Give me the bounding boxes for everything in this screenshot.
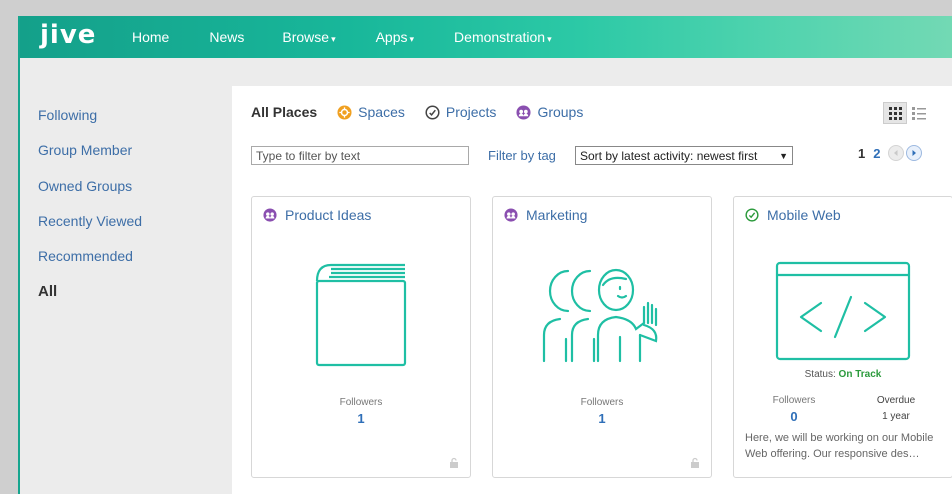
tab-projects-label: Projects [445,104,497,120]
code-window-illustration [775,261,911,361]
place-card-marketing[interactable]: Marketing Followers 1 [492,196,712,478]
sidebar-item-all[interactable]: All [38,283,57,300]
arrow-right-icon [912,150,917,156]
followers-count[interactable]: 0 [754,409,834,424]
project-icon [745,208,759,222]
jive-logo[interactable]: jive [40,22,132,48]
overdue-label: Overdue [876,395,916,406]
followers-label: Followers [772,395,816,406]
filter-text-input[interactable] [251,146,469,165]
nav-home-label: Home [132,29,170,45]
card-title: Marketing [526,207,588,223]
sidebar-item-recommended[interactable]: Recommended [38,248,133,264]
grid-icon [888,106,902,120]
status-value: On Track [838,369,882,380]
sidebar-item-following[interactable]: Following [38,107,97,123]
list-view-button[interactable] [907,102,931,124]
nav-demonstration[interactable]: Demonstration ▾ [454,29,552,45]
nav-browse-label: Browse [282,29,330,45]
sidebar-item-recently-viewed[interactable]: Recently Viewed [38,213,142,229]
arrow-left-icon [894,150,898,156]
grid-view-button[interactable] [883,102,907,124]
card-title: Mobile Web [767,207,841,223]
projects-icon [425,104,440,120]
pagination: 1 2 [858,145,923,161]
followers-label: Followers [339,397,383,408]
top-nav-bar: jive Home News Browse ▾ Apps ▾ Demonstrati… [20,16,952,58]
nav-apps-label: Apps [375,29,408,45]
overdue-value: 1 year [882,411,910,422]
spaces-icon [337,104,352,120]
nav-apps[interactable]: Apps ▾ [376,29,414,45]
prev-page-button[interactable] [888,145,905,161]
tab-all-places-label: All Places [251,104,318,120]
chevron-down-icon: ▾ [547,34,552,44]
places-main-panel: All Places Spaces Projects Groups Type t… [232,86,952,494]
nav-browse[interactable]: Browse ▾ [282,29,335,45]
card-title-link[interactable]: Product Ideas [263,207,371,223]
lock-icon [691,457,699,468]
sort-select-value: Sort by latest activity: newest first [580,148,758,163]
page-2[interactable]: 2 [873,146,880,161]
tab-all-places[interactable]: All Places [251,104,317,120]
place-card-mobile-web[interactable]: Mobile Web Status: On Track Followers 0 … [733,196,952,478]
app-window: jive Home News Browse ▾ Apps ▾ Demonstrati… [18,16,952,494]
book-illustration [315,263,407,367]
followers-label: Followers [580,397,624,408]
nav-home[interactable]: Home [132,29,169,45]
nav-news[interactable]: News [209,29,244,45]
project-status: Status: On Track [734,369,952,380]
card-title-link[interactable]: Marketing [504,207,587,223]
page-1[interactable]: 1 [858,146,865,161]
tab-projects[interactable]: Projects [425,104,497,120]
people-illustration [542,268,658,363]
followers-count[interactable]: 1 [252,411,470,426]
dropdown-arrow-icon: ▼ [779,150,788,161]
tab-spaces[interactable]: Spaces [337,104,405,120]
group-icon [263,208,277,222]
list-icon [912,106,926,120]
nav-news-label: News [209,29,245,45]
card-description: Here, we will be working on our Mobile W… [745,432,934,460]
group-icon [504,208,518,222]
sidebar-item-owned-groups[interactable]: Owned Groups [38,178,132,194]
places-sidebar: Following Group Member Owned Groups Rece… [20,58,230,494]
view-toggle [883,102,931,124]
nav-demonstration-label: Demonstration [454,29,546,45]
card-title: Product Ideas [285,207,372,223]
chevron-down-icon: ▾ [331,34,336,44]
tab-groups[interactable]: Groups [516,104,583,120]
next-page-button[interactable] [906,145,923,161]
tab-groups-label: Groups [537,104,584,120]
filter-by-tag-link[interactable]: Filter by tag [488,148,556,163]
card-title-link[interactable]: Mobile Web [745,207,841,223]
status-label: Status: [804,369,836,380]
place-card-product-ideas[interactable]: Product Ideas Followers 1 [251,196,471,478]
place-type-tabs: All Places Spaces Projects Groups [251,104,603,120]
followers-count[interactable]: 1 [493,411,711,426]
sidebar-item-group-member[interactable]: Group Member [38,142,132,158]
sort-select[interactable]: Sort by latest activity: newest first ▼ [575,146,793,165]
tab-spaces-label: Spaces [358,104,405,120]
lock-icon [450,457,458,468]
chevron-down-icon: ▾ [409,34,415,44]
groups-icon [516,104,531,120]
